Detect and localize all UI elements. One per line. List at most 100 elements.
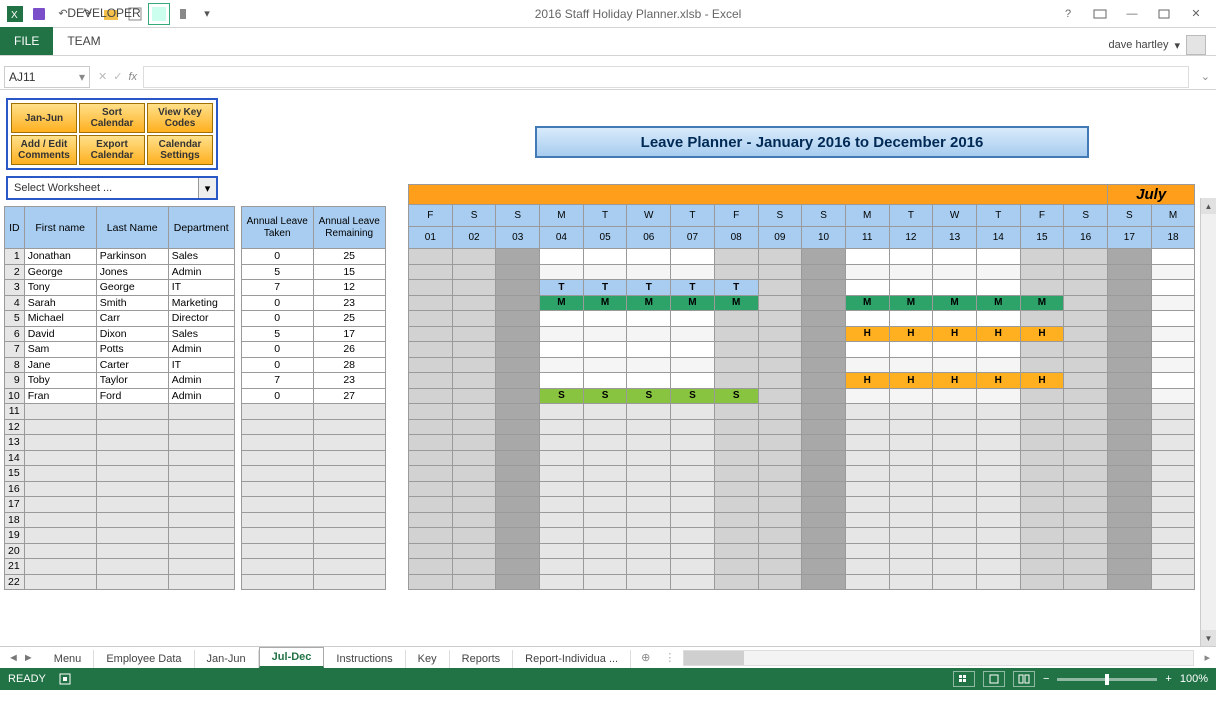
- calendar-cell[interactable]: [714, 249, 758, 265]
- table-row[interactable]: [241, 543, 385, 559]
- table-row[interactable]: [241, 450, 385, 466]
- calendar-cell[interactable]: [714, 528, 758, 544]
- expand-formula-icon[interactable]: ⌄: [1195, 70, 1216, 83]
- calendar-cell[interactable]: [1151, 311, 1195, 327]
- calendar-cell[interactable]: [758, 280, 802, 296]
- calendar-cell[interactable]: [583, 512, 627, 528]
- calendar-cell[interactable]: T: [627, 280, 671, 296]
- calendar-cell[interactable]: [802, 280, 846, 296]
- calendar-cell[interactable]: M: [583, 295, 627, 311]
- calendar-cell[interactable]: [976, 357, 1020, 373]
- table-row[interactable]: [241, 481, 385, 497]
- calendar-cell[interactable]: [714, 450, 758, 466]
- calendar-cell[interactable]: [758, 512, 802, 528]
- calendar-row[interactable]: MMMMMMMMMM: [409, 295, 1195, 311]
- calendar-cell[interactable]: [889, 543, 933, 559]
- calendar-cell[interactable]: [409, 311, 453, 327]
- sheet-tab-employee-data[interactable]: Employee Data: [94, 650, 194, 668]
- calendar-cell[interactable]: [671, 574, 715, 590]
- calendar-cell[interactable]: [933, 528, 977, 544]
- calendar-cell[interactable]: [758, 388, 802, 404]
- calendar-cell[interactable]: [452, 574, 496, 590]
- calendar-cell[interactable]: [802, 373, 846, 389]
- calendar-cell[interactable]: [933, 450, 977, 466]
- calendar-cell[interactable]: [671, 450, 715, 466]
- calendar-cell[interactable]: [452, 326, 496, 342]
- calendar-cell[interactable]: [496, 435, 540, 451]
- calendar-cell[interactable]: [671, 264, 715, 280]
- calendar-cell[interactable]: [802, 512, 846, 528]
- calendar-row[interactable]: [409, 559, 1195, 575]
- calendar-cell[interactable]: [1151, 528, 1195, 544]
- calendar-row[interactable]: [409, 512, 1195, 528]
- calendar-cell[interactable]: [802, 528, 846, 544]
- calendar-cell[interactable]: S: [714, 388, 758, 404]
- calendar-cell[interactable]: [1108, 466, 1152, 482]
- calendar-cell[interactable]: [933, 574, 977, 590]
- calendar-cell[interactable]: T: [714, 280, 758, 296]
- calendar-cell[interactable]: [540, 574, 584, 590]
- calendar-cell[interactable]: [1108, 574, 1152, 590]
- calendar-cell[interactable]: [758, 497, 802, 513]
- calendar-cell[interactable]: [540, 435, 584, 451]
- control-button-calendar-settings[interactable]: Calendar Settings: [147, 135, 213, 165]
- calendar-row[interactable]: [409, 466, 1195, 482]
- calendar-row[interactable]: [409, 357, 1195, 373]
- calendar-cell[interactable]: [583, 342, 627, 358]
- calendar-cell[interactable]: [758, 326, 802, 342]
- calendar-cell[interactable]: [409, 528, 453, 544]
- calendar-cell[interactable]: [889, 497, 933, 513]
- calendar-cell[interactable]: [671, 342, 715, 358]
- calendar-cell[interactable]: [1108, 311, 1152, 327]
- calendar-cell[interactable]: [1020, 543, 1064, 559]
- sheet-tab-key[interactable]: Key: [406, 650, 450, 668]
- calendar-cell[interactable]: T: [540, 280, 584, 296]
- calendar-cell[interactable]: [409, 419, 453, 435]
- calendar-cell[interactable]: [671, 404, 715, 420]
- calendar-cell[interactable]: [889, 528, 933, 544]
- calendar-cell[interactable]: S: [627, 388, 671, 404]
- calendar-cell[interactable]: [976, 419, 1020, 435]
- calendar-cell[interactable]: [933, 419, 977, 435]
- calendar-cell[interactable]: [714, 512, 758, 528]
- calendar-cell[interactable]: [976, 404, 1020, 420]
- calendar-cell[interactable]: [889, 311, 933, 327]
- staff-table[interactable]: IDFirst nameLast NameDepartment 1Jonatha…: [4, 206, 235, 590]
- calendar-cell[interactable]: [845, 388, 889, 404]
- page-break-view-icon[interactable]: [1013, 671, 1035, 687]
- calendar-cell[interactable]: [889, 357, 933, 373]
- calendar-cell[interactable]: [933, 512, 977, 528]
- calendar-row[interactable]: HHHHH: [409, 326, 1195, 342]
- table-row[interactable]: [241, 419, 385, 435]
- table-row[interactable]: 026: [241, 342, 385, 358]
- calendar-cell[interactable]: [1151, 295, 1195, 311]
- calendar-cell[interactable]: [933, 559, 977, 575]
- calendar-cell[interactable]: S: [583, 388, 627, 404]
- calendar-row[interactable]: [409, 404, 1195, 420]
- calendar-cell[interactable]: [496, 326, 540, 342]
- qat-more-icon[interactable]: ▾: [196, 3, 218, 25]
- calendar-cell[interactable]: [540, 528, 584, 544]
- calendar-cell[interactable]: [1108, 481, 1152, 497]
- calendar-cell[interactable]: M: [933, 295, 977, 311]
- calendar-cell[interactable]: M: [845, 295, 889, 311]
- calendar-cell[interactable]: [1020, 249, 1064, 265]
- calendar-cell[interactable]: H: [889, 373, 933, 389]
- calendar-cell[interactable]: [1064, 249, 1108, 265]
- sheet-tab-jul-dec[interactable]: Jul-Dec: [259, 647, 325, 668]
- calendar-cell[interactable]: [671, 326, 715, 342]
- calendar-cell[interactable]: [889, 435, 933, 451]
- calendar-cell[interactable]: [889, 264, 933, 280]
- page-layout-view-icon[interactable]: [983, 671, 1005, 687]
- calendar-cell[interactable]: [496, 559, 540, 575]
- calendar-cell[interactable]: [496, 249, 540, 265]
- calendar-cell[interactable]: [627, 357, 671, 373]
- calendar-cell[interactable]: [758, 249, 802, 265]
- calendar-cell[interactable]: H: [933, 373, 977, 389]
- calendar-cell[interactable]: [409, 326, 453, 342]
- calendar-cell[interactable]: [452, 357, 496, 373]
- calendar-cell[interactable]: M: [627, 295, 671, 311]
- calendar-cell[interactable]: [496, 574, 540, 590]
- formula-input[interactable]: [143, 66, 1189, 88]
- calendar-cell[interactable]: [1108, 342, 1152, 358]
